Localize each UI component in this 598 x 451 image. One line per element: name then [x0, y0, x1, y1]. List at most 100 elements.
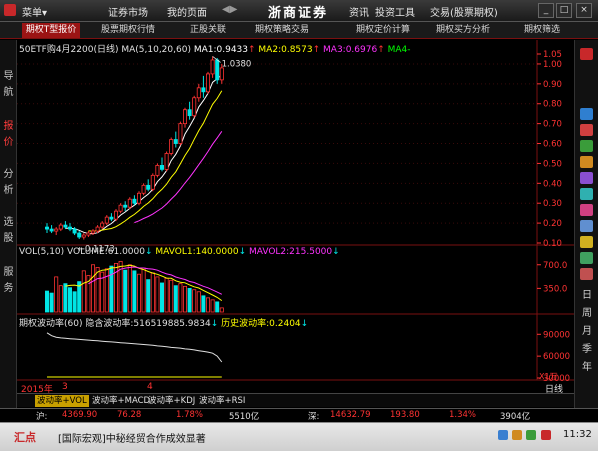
- tab-pricing-calc[interactable]: 期权定价计算: [350, 23, 416, 38]
- sidebar-analysis-1[interactable]: 分: [2, 168, 15, 181]
- sz-amount: 3904亿: [500, 412, 531, 422]
- candle-body: [205, 73, 210, 93]
- period-month[interactable]: 月: [580, 322, 594, 337]
- menu-news[interactable]: 资讯: [349, 4, 369, 19]
- volume-bar: [201, 295, 206, 313]
- ma3-value: MA3:0.6976: [323, 45, 378, 55]
- app-logo-icon: [4, 4, 16, 16]
- tab-strategy-trade[interactable]: 期权策略交易: [250, 23, 314, 38]
- tab-buyer-analysis[interactable]: 期权买方分析: [430, 23, 496, 38]
- period-week[interactable]: 周: [580, 304, 594, 319]
- price-axis-label: 0.90: [543, 80, 562, 90]
- tool-8-icon[interactable]: [580, 220, 593, 232]
- volume-bar: [58, 285, 63, 313]
- tray-alert-icon[interactable]: [541, 430, 551, 440]
- indicator-tab-kdj[interactable]: 波动率+KDJ: [146, 395, 197, 407]
- ma4-value: MA4-: [387, 45, 411, 55]
- news-bar: 汇点 [国际宏观]中秘经贸合作成效显著 11:32: [0, 422, 598, 451]
- sidebar-nav-2[interactable]: 航: [2, 86, 15, 99]
- candle-body: [137, 192, 142, 204]
- tool-5-icon[interactable]: [580, 172, 593, 184]
- price-legend: 50ETF购4月2200(日线) MA(5,10,20,60) MA1:0.94…: [19, 45, 411, 55]
- volume-bar: [95, 267, 100, 313]
- indicator-tab-vol[interactable]: 波动率+VOL: [35, 395, 89, 407]
- tool-10-icon[interactable]: [580, 252, 593, 264]
- volume-bar: [91, 264, 96, 313]
- maximize-button[interactable]: □: [556, 3, 572, 18]
- tool-7-icon[interactable]: [580, 204, 593, 216]
- tab-underlying-link[interactable]: 正股关联: [185, 23, 231, 38]
- volume-bar: [81, 270, 86, 313]
- close-panel-icon[interactable]: [580, 48, 593, 60]
- sidebar-screen-1[interactable]: 选: [2, 216, 15, 229]
- tool-11-icon[interactable]: [580, 268, 593, 280]
- candle-body: [54, 228, 59, 232]
- indicator-tab-rsi[interactable]: 波动率+RSI: [197, 395, 247, 407]
- candle-body: [44, 226, 49, 230]
- nav-arrows-icon[interactable]: ◀▶: [222, 4, 237, 15]
- tool-2-icon[interactable]: [580, 124, 593, 136]
- candle-body: [182, 109, 187, 125]
- tool-9-icon[interactable]: [580, 236, 593, 248]
- volume-bar: [159, 282, 164, 313]
- candle-body: [155, 165, 160, 176]
- tool-4-icon[interactable]: [580, 156, 593, 168]
- menu-trade[interactable]: 交易(股票期权): [430, 4, 498, 19]
- candle-body: [86, 232, 91, 236]
- tool-3-icon[interactable]: [580, 140, 593, 152]
- tab-option-screener[interactable]: 期权筛选: [518, 23, 566, 38]
- sidebar-quote-2[interactable]: 价: [2, 136, 15, 149]
- volume-bar: [192, 289, 197, 313]
- volume-value: VOLUME:61.0000: [67, 247, 145, 257]
- chart-area[interactable]: 1.05 1.00 0.90 0.80 0.70 0.60 0.50 0.40 0.30 0.20…: [17, 40, 574, 395]
- menu-invest-tools[interactable]: 投资工具: [375, 4, 415, 19]
- tray-app-icon[interactable]: [512, 430, 522, 440]
- huidian-logo: 汇点: [14, 431, 36, 444]
- ma3-line: [134, 131, 223, 224]
- main-menu-button[interactable]: 菜单▾: [22, 4, 47, 19]
- sidebar-service-1[interactable]: 服: [2, 266, 15, 279]
- candle-body: [178, 123, 183, 144]
- candle-body: [100, 222, 105, 228]
- volume-bar: [219, 307, 224, 313]
- news-headline[interactable]: [国际宏观]中秘经贸合作成效显著: [58, 430, 206, 445]
- period-quarter[interactable]: 季: [580, 340, 594, 355]
- kline-chart[interactable]: 1.051.00 0.90 0.80 0.70 0.60 0.50 0.40 0.30 0.20…: [17, 40, 574, 393]
- indicator-tabs: 波动率+VOL 波动率+MACD 波动率+KDJ 波动率+RSI: [17, 393, 574, 407]
- price-axis-label: 0.60: [543, 140, 562, 150]
- vol-title: VOL(5,10): [19, 247, 65, 257]
- tab-stock-option-quotes[interactable]: 股票期权行情: [97, 23, 159, 38]
- close-button[interactable]: ×: [576, 3, 592, 18]
- sidebar-quote-1[interactable]: 报: [2, 120, 15, 133]
- sidebar-nav-1[interactable]: 导: [2, 70, 15, 83]
- clock: 11:32: [563, 429, 592, 440]
- iv-unit-label: X1万: [539, 372, 558, 381]
- sidebar-screen-2[interactable]: 股: [2, 232, 15, 245]
- iv-legend: 期权波动率(60) 隐含波动率:516519885.9834↓ 历史波动率:0.…: [19, 319, 309, 329]
- sh-change: 76.28: [117, 410, 142, 420]
- tray-network-icon[interactable]: [498, 430, 508, 440]
- candle-body: [91, 230, 96, 234]
- menu-securities-market[interactable]: 证券市场: [108, 4, 148, 19]
- tab-t-quote[interactable]: 期权T型报价: [22, 23, 80, 38]
- period-year[interactable]: 年: [580, 358, 594, 373]
- sidebar-analysis-2[interactable]: 析: [2, 184, 15, 197]
- period-day[interactable]: 日: [580, 286, 594, 301]
- tool-1-icon[interactable]: [580, 108, 593, 120]
- menu-my-page[interactable]: 我的页面: [167, 4, 207, 19]
- sidebar-service-2[interactable]: 务: [2, 282, 15, 295]
- candle-body: [118, 204, 123, 212]
- broker-brand: 浙商证券: [268, 6, 329, 21]
- indicator-tab-macd[interactable]: 波动率+MACD: [90, 395, 152, 407]
- iv-axis-label: 90000: [543, 330, 570, 340]
- volume-bar: [109, 265, 114, 313]
- tray-volume-icon[interactable]: [526, 430, 536, 440]
- candle-body: [201, 87, 206, 93]
- volume-bar: [44, 290, 49, 313]
- price-axis-label: 0.80: [543, 100, 562, 110]
- minimize-button[interactable]: _: [538, 3, 554, 18]
- volume-bar: [173, 285, 178, 313]
- volume-bar: [141, 267, 146, 313]
- tool-6-icon[interactable]: [580, 188, 593, 200]
- volume-bar: [72, 291, 77, 313]
